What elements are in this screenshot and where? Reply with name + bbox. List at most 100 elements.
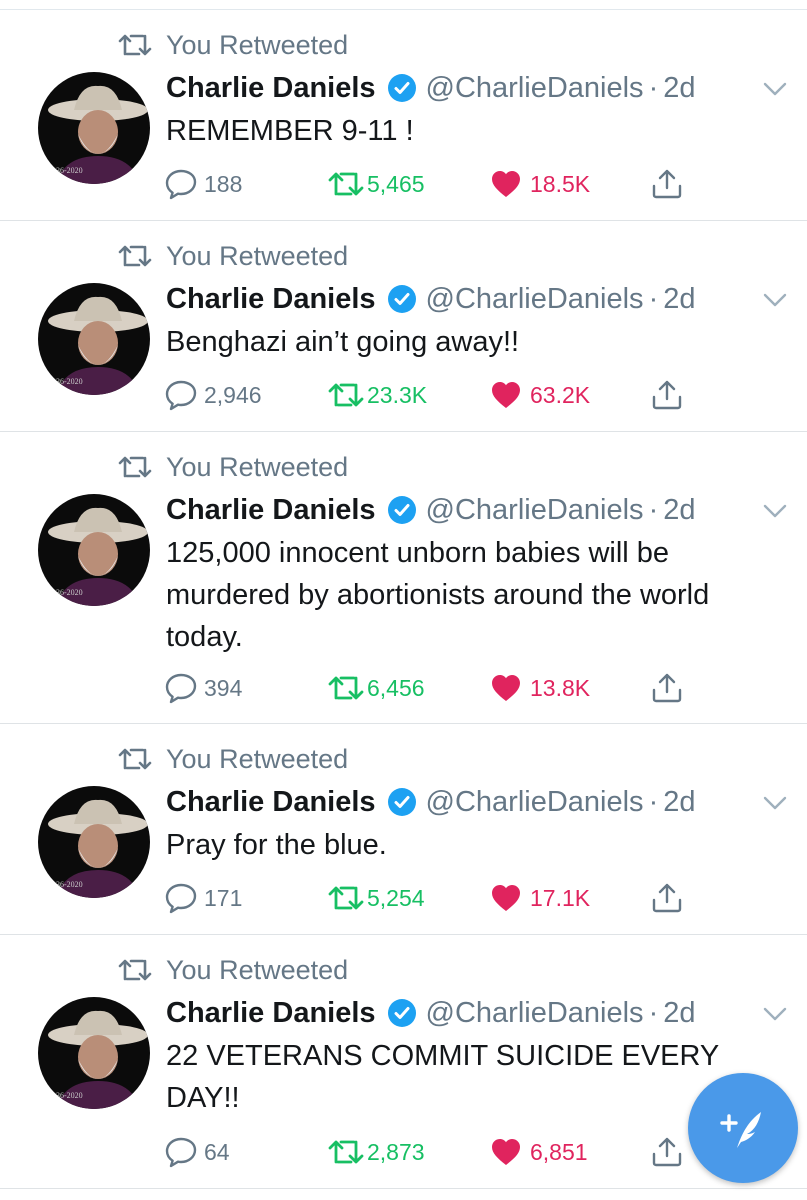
- like-button[interactable]: 18.5K: [490, 164, 590, 204]
- author-name[interactable]: Charlie Daniels: [166, 786, 376, 819]
- timestamp[interactable]: 2d: [663, 786, 695, 819]
- tweet-text: REMEMBER 9-11 !: [166, 110, 786, 152]
- share-icon: [652, 1137, 682, 1167]
- compose-tweet-button[interactable]: [688, 1073, 798, 1183]
- avatar[interactable]: 1936-2020: [38, 997, 150, 1109]
- tweet-header: Charlie Daniels @CharlieDaniels · 2d: [166, 490, 696, 530]
- retweet-icon: [328, 1140, 364, 1164]
- chevron-down-icon[interactable]: [762, 794, 788, 812]
- timestamp[interactable]: 2d: [663, 72, 695, 105]
- timeline-feed: You Retweeted 1936-2020 Charlie Daniels …: [0, 10, 807, 1189]
- heart-icon: [492, 885, 520, 911]
- reply-button[interactable]: 64: [164, 1132, 230, 1172]
- chevron-down-icon[interactable]: [762, 80, 788, 98]
- retweeted-label: You Retweeted: [166, 451, 349, 482]
- share-button[interactable]: [650, 164, 684, 204]
- avatar-caption: 1936-2020: [48, 377, 83, 386]
- like-button[interactable]: 6,851: [490, 1132, 588, 1172]
- avatar[interactable]: 1936-2020: [38, 786, 150, 898]
- tweet-card[interactable]: You Retweeted 1936-2020 Charlie Daniels …: [0, 10, 807, 221]
- timestamp[interactable]: 2d: [663, 494, 695, 527]
- tweet-card[interactable]: You Retweeted 1936-2020 Charlie Daniels …: [0, 221, 807, 432]
- author-name[interactable]: Charlie Daniels: [166, 997, 376, 1030]
- chevron-down-icon[interactable]: [762, 502, 788, 520]
- tweet-text-line: Pray for the blue.: [166, 829, 387, 861]
- verified-badge-icon: [387, 285, 416, 313]
- tweet-text-line: murdered by abortionists around the worl…: [166, 579, 710, 611]
- like-button[interactable]: 13.8K: [490, 668, 590, 708]
- share-button[interactable]: [650, 375, 684, 415]
- retweet-count: 23.3K: [367, 381, 428, 408]
- retweet-icon: [328, 676, 364, 700]
- like-count: 18.5K: [530, 170, 591, 197]
- retweet-button[interactable]: 2,873: [328, 1132, 425, 1172]
- retweet-button[interactable]: 6,456: [328, 668, 425, 708]
- author-handle[interactable]: @CharlieDaniels: [426, 786, 644, 819]
- heart-icon: [492, 382, 520, 408]
- author-handle[interactable]: @CharlieDaniels: [426, 997, 644, 1030]
- tweet-header: Charlie Daniels @CharlieDaniels · 2d: [166, 68, 696, 108]
- share-button[interactable]: [650, 878, 684, 918]
- retweet-icon: [328, 172, 364, 196]
- retweet-count: 5,254: [367, 884, 425, 911]
- reply-bubble-icon: [165, 380, 197, 411]
- retweet-icon: [118, 959, 152, 981]
- tweet-text-line: REMEMBER 9-11 !: [166, 115, 414, 147]
- author-handle[interactable]: @CharlieDaniels: [426, 72, 644, 105]
- retweeted-label: You Retweeted: [166, 29, 349, 60]
- avatar[interactable]: 1936-2020: [38, 72, 150, 184]
- compose-tweet-icon: [720, 1112, 761, 1148]
- like-count: 63.2K: [530, 381, 591, 408]
- author-handle[interactable]: @CharlieDaniels: [426, 283, 644, 316]
- tweet-card[interactable]: You Retweeted 1936-2020 Charlie Daniels …: [0, 935, 807, 1189]
- heart-icon: [492, 1139, 520, 1165]
- chevron-down-icon[interactable]: [762, 1005, 788, 1023]
- avatar-caption: 1936-2020: [48, 1091, 83, 1100]
- retweet-icon: [328, 886, 364, 910]
- reply-button[interactable]: 188: [164, 164, 242, 204]
- share-button[interactable]: [650, 1132, 684, 1172]
- like-button[interactable]: 17.1K: [490, 878, 590, 918]
- author-name[interactable]: Charlie Daniels: [166, 72, 376, 105]
- like-count: 17.1K: [530, 884, 591, 911]
- retweeted-context: You Retweeted: [118, 28, 348, 62]
- tweet-text-line: Benghazi ain’t going away!!: [166, 326, 520, 358]
- avatar-caption: 1936-2020: [48, 880, 83, 889]
- retweet-icon: [118, 748, 152, 770]
- separator-dot: ·: [648, 785, 659, 818]
- share-button[interactable]: [650, 668, 684, 708]
- tweet-header: Charlie Daniels @CharlieDaniels · 2d: [166, 279, 696, 319]
- avatar[interactable]: 1936-2020: [38, 494, 150, 606]
- reply-count: 394: [204, 674, 243, 701]
- like-button[interactable]: 63.2K: [490, 375, 590, 415]
- reply-button[interactable]: 171: [164, 878, 242, 918]
- tweet-text: Pray for the blue.: [166, 824, 786, 866]
- reply-button[interactable]: 2,946: [164, 375, 262, 415]
- retweeted-context: You Retweeted: [118, 742, 348, 776]
- reply-bubble-icon: [165, 1137, 197, 1168]
- top-divider: [0, 0, 807, 10]
- avatar-caption: 1936-2020: [48, 588, 83, 597]
- reply-button[interactable]: 394: [164, 668, 242, 708]
- retweet-count: 6,456: [367, 674, 425, 701]
- tweet-actions: 188 5,465 18.5K: [164, 164, 704, 204]
- share-icon: [652, 673, 682, 703]
- author-handle[interactable]: @CharlieDaniels: [426, 494, 644, 527]
- retweet-icon: [328, 383, 364, 407]
- chevron-down-icon[interactable]: [762, 291, 788, 309]
- retweet-button[interactable]: 5,254: [328, 878, 425, 918]
- share-icon: [652, 169, 682, 199]
- author-name[interactable]: Charlie Daniels: [166, 494, 376, 527]
- retweet-button[interactable]: 5,465: [328, 164, 425, 204]
- timestamp[interactable]: 2d: [663, 283, 695, 316]
- tweet-actions: 394 6,456 13.8K: [164, 668, 704, 708]
- author-name[interactable]: Charlie Daniels: [166, 283, 376, 316]
- retweet-button[interactable]: 23.3K: [328, 375, 427, 415]
- heart-icon: [492, 171, 520, 197]
- tweet-card[interactable]: You Retweeted 1936-2020 Charlie Daniels …: [0, 724, 807, 935]
- tweet-card[interactable]: You Retweeted 1936-2020 Charlie Daniels …: [0, 432, 807, 724]
- retweeted-label: You Retweeted: [166, 743, 349, 774]
- separator-dot: ·: [648, 996, 659, 1029]
- avatar[interactable]: 1936-2020: [38, 283, 150, 395]
- timestamp[interactable]: 2d: [663, 997, 695, 1030]
